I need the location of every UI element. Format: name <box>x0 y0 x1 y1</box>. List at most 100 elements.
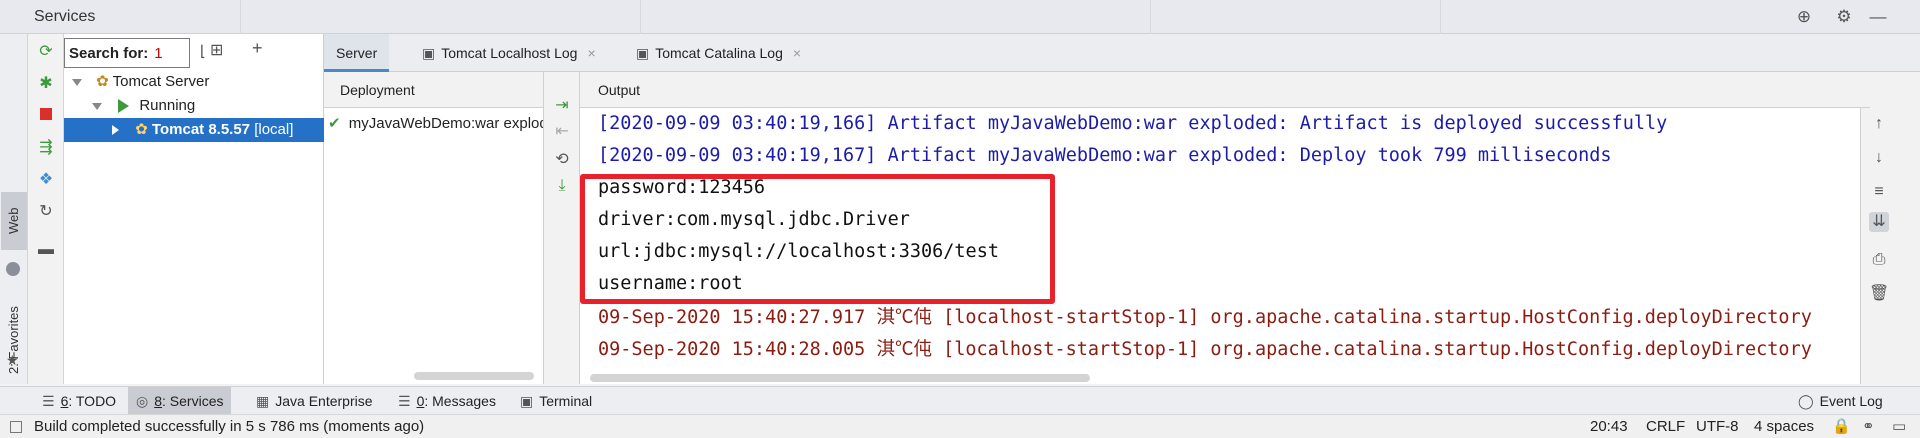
chevron-down-icon[interactable] <box>92 102 102 110</box>
caret-position[interactable]: 20:43 <box>1590 415 1628 438</box>
console-line: 09-Sep-2020 15:40:27.917 淇℃伅 [localhost-… <box>598 307 1812 328</box>
search-match-count: 1 <box>154 45 163 62</box>
lock-icon[interactable]: 🔒 <box>1832 415 1851 438</box>
redeploy-icon[interactable]: ⟲ <box>552 150 572 170</box>
run-icon <box>118 99 130 114</box>
status-bar: Build completed successfully in 5 s 786 … <box>0 414 1920 438</box>
globe-icon <box>6 262 20 276</box>
deploy-all-icon[interactable]: ⇥ <box>552 96 572 116</box>
arrow-up-icon[interactable]: ↑ <box>1869 114 1889 134</box>
tree-node-suffix: [local] <box>254 121 294 138</box>
tab-label: Server <box>336 45 378 61</box>
bottom-tab-java-enterprise[interactable]: ▦ Java Enterprise <box>248 387 381 415</box>
tab-tomcat-catalina-log[interactable]: ▣ Tomcat Catalina Log × <box>624 34 813 72</box>
terminal-icon: ▣ <box>520 393 534 409</box>
layout-icon[interactable]: ▬ <box>36 240 56 260</box>
highlight-annotation <box>580 174 1055 304</box>
header-divider <box>640 0 641 34</box>
left-tool-strip: Web 2: Favorites ★ <box>0 34 28 384</box>
add-service-icon[interactable]: ⊞ <box>210 40 223 60</box>
console-line: 09-Sep-2020 15:40:28.005 淇℃伅 [localhost-… <box>598 339 1812 360</box>
horizontal-scrollbar[interactable] <box>590 374 1090 382</box>
tab-tomcat-localhost-log[interactable]: ▣ Tomcat Localhost Log × <box>410 34 608 72</box>
tree-node-tomcat-instance[interactable]: ✿ Tomcat 8.5.57 [local] <box>64 118 324 142</box>
bottom-tab-todo[interactable]: ☰ 6: TODO <box>34 387 124 415</box>
crosshair-icon[interactable]: ⊕ <box>1794 7 1814 27</box>
tree-node-running[interactable]: Running <box>64 94 324 118</box>
messages-icon: ☰ <box>398 393 411 409</box>
event-log-button[interactable]: ◯ Event Log <box>1790 387 1891 415</box>
speech-bubble-icon: ◯ <box>1798 393 1814 409</box>
header-divider <box>240 0 241 34</box>
console-toolbar: ↑ ↓ ≡ ⇊ ⎙ 🗑 <box>1860 108 1896 384</box>
tab-bar: Server ▣ Tomcat Localhost Log × ▣ Tomcat Ca… <box>324 34 1920 72</box>
tab-label: Java Enterprise <box>275 393 373 409</box>
header-divider <box>1150 0 1151 34</box>
search-label: Search for: <box>69 45 149 62</box>
bottom-tab-messages[interactable]: ☰ 0: Messages <box>390 387 504 415</box>
horizontal-scrollbar[interactable] <box>414 372 534 380</box>
console-line: [2020-09-09 03:40:19,167] Artifact myJav… <box>598 145 1612 166</box>
notification-icon[interactable]: ▭ <box>1892 415 1906 438</box>
deployment-list: ✔ myJavaWebDemo:war exploded <box>324 108 544 384</box>
trash-icon[interactable]: 🗑 <box>1869 284 1889 304</box>
window-title: Services <box>34 8 96 25</box>
deploy-icon[interactable]: ⇶ <box>36 138 56 158</box>
close-icon[interactable]: × <box>793 45 801 61</box>
indent-setting[interactable]: 4 spaces <box>1754 415 1814 438</box>
side-tab-web-label: Web <box>6 207 21 235</box>
java-enterprise-icon: ▦ <box>256 393 270 409</box>
tab-label: : Services <box>162 393 224 409</box>
search-field[interactable]: Search for: 1 <box>64 38 190 68</box>
tree-node-label: Tomcat Server <box>112 73 210 90</box>
file-encoding[interactable]: UTF-8 <box>1696 415 1739 438</box>
line-separator[interactable]: CRLF <box>1646 415 1685 438</box>
bottom-tab-terminal[interactable]: ▣ Terminal <box>512 387 600 415</box>
services-toolbar: ⟳ ✱ ⇶ ❖ ↻ ▬ <box>28 34 64 384</box>
deployment-artifact-name: myJavaWebDemo:war exploded <box>348 115 544 132</box>
arrow-down-icon[interactable]: ↓ <box>1869 148 1889 168</box>
output-header: Output <box>580 72 1870 108</box>
gear-icon[interactable]: ⚙ <box>1834 7 1854 27</box>
refresh-icon[interactable]: ⟳ <box>36 42 56 62</box>
add-icon[interactable]: + <box>252 38 263 59</box>
status-square-icon[interactable] <box>10 421 22 433</box>
download-icon[interactable]: ⤓ <box>552 176 572 196</box>
star-icon: ★ <box>6 352 19 368</box>
side-tab-web[interactable]: Web <box>1 192 27 250</box>
header-divider <box>1440 0 1441 34</box>
tool-window-bar: ☰ 6: TODO ◎ 8: Services ▦ Java Enterprise ☰… <box>0 386 1920 415</box>
tree-node-tomcat-server[interactable]: ✿ Tomcat Server <box>64 70 324 94</box>
list-item[interactable]: ✔ myJavaWebDemo:war exploded <box>328 112 544 136</box>
deployment-actions: ⇥ ⇤ ⟲ ⤓ <box>544 72 580 384</box>
soft-wrap-icon[interactable]: ≡ <box>1869 182 1889 202</box>
services-icon: ◎ <box>136 393 149 409</box>
tree-node-label: Running <box>139 97 196 114</box>
deployment-header: Deployment <box>324 72 544 108</box>
chevron-right-icon[interactable] <box>112 125 119 136</box>
scroll-to-end-icon[interactable]: ⇊ <box>1869 212 1889 232</box>
minimize-icon[interactable]: — <box>1868 7 1888 27</box>
debug-bug-icon[interactable]: ✱ <box>36 74 56 94</box>
tab-server[interactable]: Server <box>324 34 390 72</box>
tomcat-icon: ✿ <box>96 73 109 90</box>
inspector-icon[interactable]: ⚭ <box>1862 415 1875 438</box>
event-log-label: Event Log <box>1819 393 1883 409</box>
tree-node-label: Tomcat 8.5.57 <box>151 121 251 138</box>
diamond-icon[interactable]: ❖ <box>36 170 56 190</box>
expand-all-icon[interactable]: ⌊ <box>200 42 206 60</box>
close-icon[interactable]: × <box>587 45 595 61</box>
list-icon: ☰ <box>42 393 55 409</box>
tab-label: Tomcat Localhost Log <box>441 45 578 61</box>
console-icon: ▣ <box>636 45 650 61</box>
print-icon[interactable]: ⎙ <box>1869 250 1889 270</box>
restart-icon[interactable]: ↻ <box>36 202 56 222</box>
checkmark-icon: ✔ <box>328 115 341 132</box>
bottom-tab-services[interactable]: ◎ 8: Services <box>128 387 232 415</box>
stop-icon[interactable] <box>36 104 56 124</box>
chevron-down-icon[interactable] <box>72 78 82 86</box>
tomcat-icon: ✿ <box>135 121 148 138</box>
undeploy-icon[interactable]: ⇤ <box>552 122 572 142</box>
tab-label: Terminal <box>539 393 593 409</box>
tab-label: : TODO <box>68 393 117 409</box>
